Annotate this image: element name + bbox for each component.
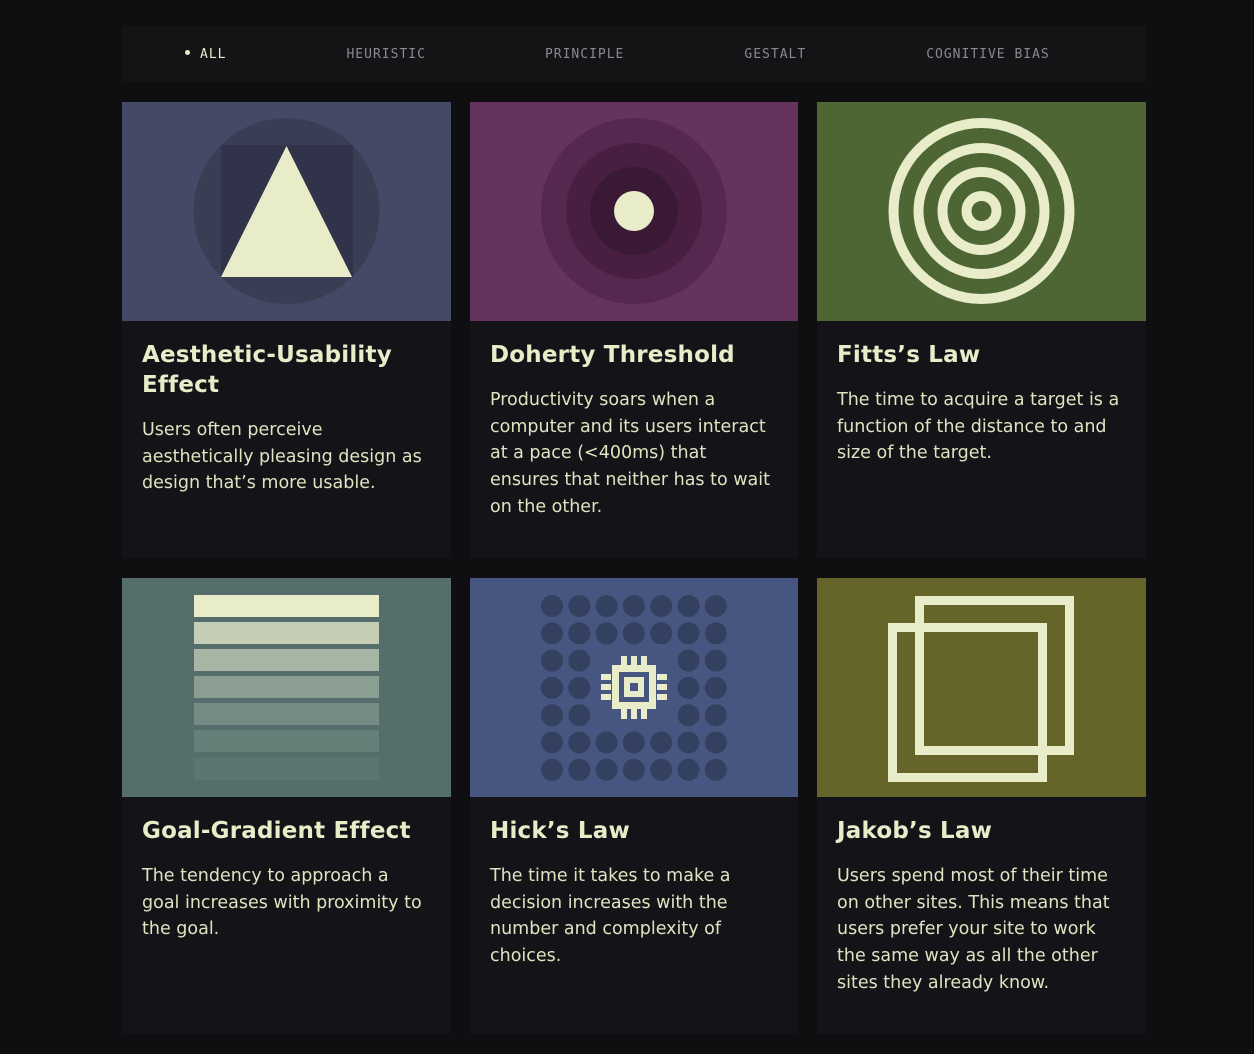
filter-label: PRINCIPLE	[544, 46, 625, 62]
law-card-goal-gradient[interactable]: Goal-Gradient Effect The tendency to app…	[122, 578, 451, 1034]
card-illustration	[470, 578, 798, 797]
card-description: Users spend most of their time on other …	[837, 866, 1110, 993]
card-description: Users often perceive aesthetically pleas…	[142, 420, 422, 494]
active-dot-icon	[185, 49, 190, 55]
card-title: Hick’s Law	[490, 818, 630, 844]
card-illustration	[470, 102, 798, 321]
law-card-hicks-law[interactable]: Hick’s Law The time it takes to make a d…	[470, 578, 798, 1034]
law-card-fitts-law[interactable]: Fitts’s Law The time to acquire a target…	[817, 102, 1146, 558]
card-description: The time it takes to make a decision inc…	[490, 866, 731, 967]
law-card-aesthetic-usability[interactable]: Aesthetic-Usability Effect Users often p…	[122, 102, 451, 558]
card-illustration	[817, 102, 1146, 321]
triangle-icon	[193, 118, 380, 304]
law-card-doherty-threshold[interactable]: Doherty Threshold Productivity soars whe…	[470, 102, 798, 558]
law-card-jakobs-law[interactable]: Jakob’s Law Users spend most of their ti…	[817, 578, 1146, 1034]
filter-label: COGNITIVE BIAS	[926, 46, 1050, 62]
gradient-bars-icon	[194, 595, 379, 780]
filter-cognitive-bias[interactable]: COGNITIVE BIAS	[926, 47, 1050, 62]
card-description: The tendency to approach a goal increase…	[142, 866, 422, 940]
filter-label: GESTALT	[744, 46, 807, 62]
filter-gestalt[interactable]: GESTALT	[744, 47, 806, 62]
card-title: Fitts’s Law	[837, 342, 981, 368]
card-illustration	[122, 578, 451, 797]
card-description: Productivity soars when a computer and i…	[490, 390, 771, 517]
concentric-circles-icon	[541, 118, 727, 304]
chip-icon	[541, 595, 727, 781]
card-illustration	[122, 102, 451, 321]
category-filter-bar: ALL HEURISTIC PRINCIPLE GESTALT COGNITIV…	[122, 26, 1146, 82]
card-description: The time to acquire a target is a functi…	[837, 390, 1120, 464]
card-illustration	[817, 578, 1146, 797]
filter-label: HEURISTIC	[346, 46, 426, 62]
card-title: Goal-Gradient Effect	[142, 818, 411, 844]
target-icon	[888, 118, 1075, 304]
filter-principle[interactable]: PRINCIPLE	[545, 47, 624, 62]
filter-heuristic[interactable]: HEURISTIC	[346, 47, 425, 62]
overlapping-squares-icon	[888, 596, 1074, 782]
card-title: Aesthetic-Usability Effect	[142, 342, 392, 398]
card-title: Doherty Threshold	[490, 342, 735, 368]
card-title: Jakob’s Law	[837, 818, 993, 844]
filter-label: ALL	[200, 46, 227, 62]
filter-all[interactable]: ALL	[185, 47, 226, 62]
laws-grid: Aesthetic-Usability Effect Users often p…	[122, 102, 1146, 1034]
main-container: ALL HEURISTIC PRINCIPLE GESTALT COGNITIV…	[122, 26, 1146, 1034]
